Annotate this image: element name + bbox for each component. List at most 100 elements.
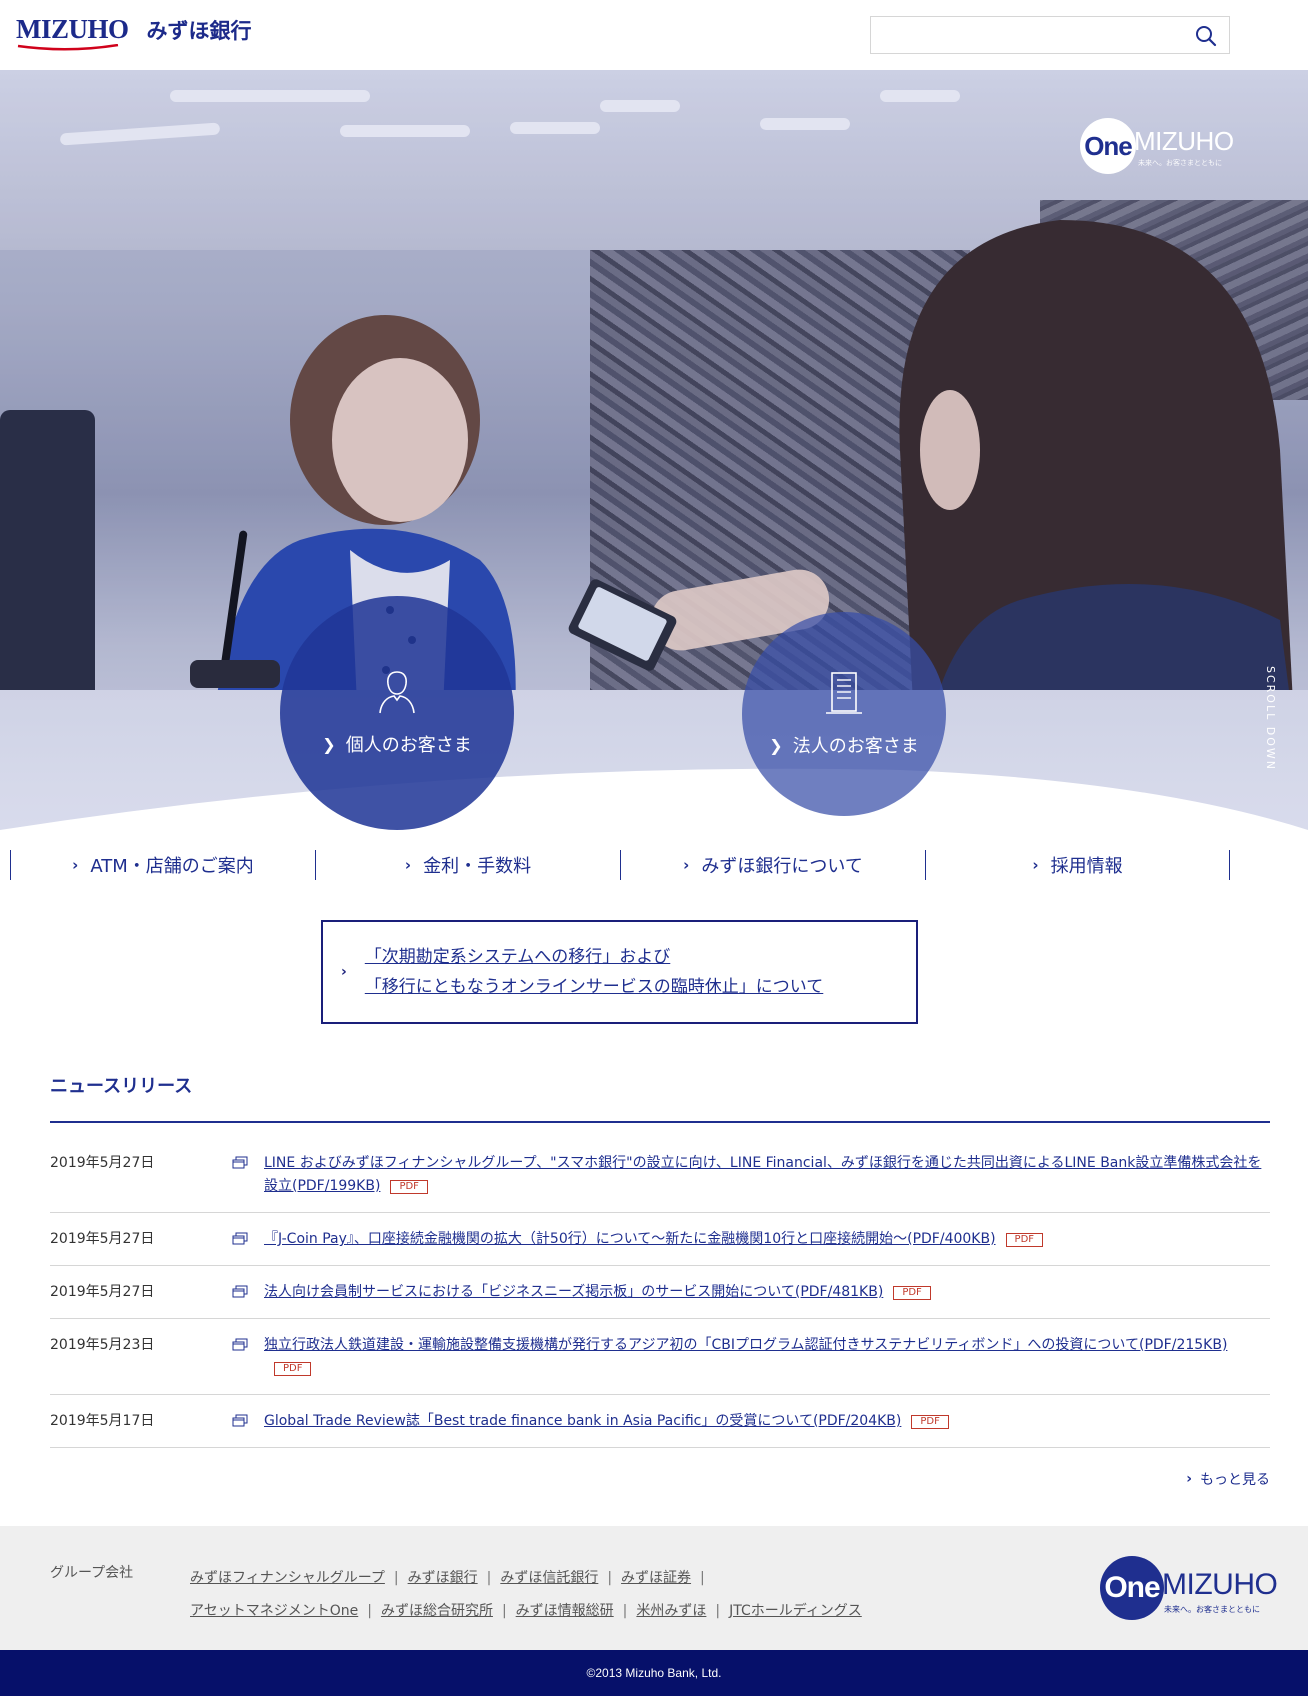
one-mizuho-logo: One MIZUHO 未来へ。お客さまとともに bbox=[1080, 118, 1234, 174]
news-item: 2019年5月23日 独立行政法人鉄道建設・運輸施設整備支援機構が発行するアジア… bbox=[50, 1319, 1270, 1395]
logo-wordmark: MIZUHO bbox=[16, 14, 129, 44]
more-news-link[interactable]: › もっと見る bbox=[1186, 1469, 1270, 1489]
link-mizuho-fg[interactable]: みずほフィナンシャルグループ bbox=[190, 1570, 385, 1586]
news-link[interactable]: 法人向け会員制サービスにおける「ビジネスニーズ掲示板」のサービス開始について(P… bbox=[264, 1281, 931, 1304]
link-mizuho-research[interactable]: みずほ総合研究所 bbox=[381, 1603, 493, 1619]
mizuho-logo[interactable]: MIZUHO みずほ銀行 bbox=[16, 14, 252, 51]
link-asset-management-one[interactable]: アセットマネジメントOne bbox=[190, 1603, 358, 1619]
news-date: 2019年5月17日 bbox=[50, 1413, 155, 1429]
chevron-right-icon: › bbox=[341, 964, 347, 980]
separator: | bbox=[393, 1570, 399, 1586]
one-logo-text: MIZUHO bbox=[1134, 126, 1234, 156]
group-links-row-2: アセットマネジメントOne | みずほ総合研究所 | みずほ情報総研 | 米州みずほ | JTC… bbox=[190, 1595, 910, 1628]
pdf-badge: PDF bbox=[893, 1286, 931, 1300]
nav-atm-branches[interactable]: › ATM・店舗のご案内 bbox=[10, 850, 315, 880]
pdf-badge: PDF bbox=[274, 1362, 312, 1376]
search-icon[interactable] bbox=[1195, 25, 1217, 47]
new-window-icon bbox=[232, 1414, 248, 1427]
link-mizuho-bank[interactable]: みずほ銀行 bbox=[408, 1570, 478, 1586]
separator: | bbox=[715, 1603, 721, 1619]
building-icon bbox=[826, 672, 862, 714]
personal-customers-label: ❯ 個人のお客さま bbox=[322, 731, 471, 757]
nav-recruit[interactable]: › 採用情報 bbox=[925, 850, 1230, 880]
news-link[interactable]: LINE およびみずほフィナンシャルグループ、"スマホ銀行"の設立に向け、LIN… bbox=[264, 1152, 1270, 1198]
search-box bbox=[870, 16, 1230, 54]
search-input[interactable] bbox=[871, 17, 1171, 53]
group-companies-label: グループ会社 bbox=[50, 1565, 134, 1581]
personal-customers-text: 個人のお客さま bbox=[345, 735, 472, 756]
site-footer: グループ会社 みずほフィナンシャルグループ | みずほ銀行 | みずほ信託銀行 | みずほ証… bbox=[0, 1526, 1308, 1650]
link-mizuho-americas[interactable]: 米州みずほ bbox=[636, 1603, 706, 1619]
hero-banner: One MIZUHO 未来へ。お客さまとともに SCROLL DOWN bbox=[0, 70, 1308, 840]
one-logo-circle: One bbox=[1080, 118, 1136, 174]
news-link-text: 独立行政法人鉄道建設・運輸施設整備支援機構が発行するアジア初の「CBIプログラム… bbox=[264, 1337, 1228, 1353]
news-section-title: ニュースリリース bbox=[50, 1076, 193, 1097]
new-window-icon bbox=[232, 1156, 248, 1169]
link-jtc-holdings[interactable]: JTCホールディングス bbox=[729, 1603, 862, 1619]
corporate-customers-label: ❯ 法人のお客さま bbox=[769, 732, 918, 758]
separator: | bbox=[501, 1603, 507, 1619]
news-link-text: Global Trade Review誌「Best trade finance … bbox=[264, 1413, 902, 1429]
news-link[interactable]: 独立行政法人鉄道建設・運輸施設整備支援機構が発行するアジア初の「CBIプログラム… bbox=[264, 1334, 1270, 1380]
group-links-row-1: みずほフィナンシャルグループ | みずほ銀行 | みずほ信託銀行 | みずほ証券 | bbox=[190, 1562, 910, 1595]
pdf-badge: PDF bbox=[1005, 1233, 1044, 1247]
scroll-down-indicator[interactable]: SCROLL DOWN bbox=[1264, 666, 1277, 771]
chevron-right-icon: ❯ bbox=[769, 735, 783, 755]
chevron-right-icon: › bbox=[404, 856, 412, 874]
pdf-badge: PDF bbox=[390, 1180, 428, 1194]
footer-one-circle: One bbox=[1100, 1556, 1164, 1620]
news-item: 2019年5月27日 LINE およびみずほフィナンシャルグループ、"スマホ銀行… bbox=[50, 1123, 1270, 1213]
news-item: 2019年5月27日 法人向け会員制サービスにおける「ビジネスニーズ掲示板」のサ… bbox=[50, 1266, 1270, 1319]
separator: | bbox=[622, 1603, 628, 1619]
chevron-right-icon: › bbox=[1186, 1471, 1192, 1487]
nav-rates-fees-label: 金利・手数料 bbox=[423, 856, 532, 877]
news-item: 2019年5月27日 『J-Coin Pay』、口座接続金融機関の拡大（計50行… bbox=[50, 1213, 1270, 1266]
nav-rates-fees[interactable]: › 金利・手数料 bbox=[315, 850, 620, 880]
footer-one-mizuho-logo[interactable]: One MIZUHO 未来へ。お客さまとともに bbox=[1100, 1556, 1278, 1620]
hero-curve bbox=[0, 768, 1308, 840]
nav-atm-branches-label: ATM・店舗のご案内 bbox=[90, 856, 254, 877]
new-window-icon bbox=[232, 1232, 248, 1245]
link-mizuho-trust[interactable]: みずほ信託銀行 bbox=[500, 1570, 598, 1586]
link-mizuho-information[interactable]: みずほ情報総研 bbox=[516, 1603, 614, 1619]
more-news-label: もっと見る bbox=[1200, 1472, 1270, 1488]
news-link[interactable]: Global Trade Review誌「Best trade finance … bbox=[264, 1410, 949, 1433]
system-migration-notice[interactable]: › 「次期勘定系システムへの移行」および 「移行にともなうオンラインサービスの臨… bbox=[321, 920, 918, 1024]
personal-customers-button[interactable]: ❯ 個人のお客さま bbox=[280, 596, 514, 830]
new-window-icon bbox=[232, 1285, 248, 1298]
chevron-right-icon: › bbox=[1032, 856, 1039, 874]
news-item: 2019年5月17日 Global Trade Review誌「Best tra… bbox=[50, 1395, 1270, 1448]
footer-one-tagline: 未来へ。お客さまとともに bbox=[1164, 1605, 1260, 1614]
corporate-customers-button[interactable]: ❯ 法人のお客さま bbox=[742, 612, 946, 816]
site-header: MIZUHO みずほ銀行 bbox=[0, 0, 1308, 70]
logo-swoosh-icon bbox=[17, 44, 119, 51]
corporate-customers-text: 法人のお客さま bbox=[792, 736, 919, 757]
nav-about-bank[interactable]: › みずほ銀行について bbox=[620, 850, 925, 880]
separator: | bbox=[367, 1603, 372, 1619]
one-logo-tagline: 未来へ。お客さまとともに bbox=[1138, 159, 1222, 167]
notice-link[interactable]: 「次期勘定系システムへの移行」および 「移行にともなうオンラインサービスの臨時休… bbox=[365, 942, 824, 1002]
nav-recruit-label: 採用情報 bbox=[1050, 856, 1123, 877]
news-link[interactable]: 『J-Coin Pay』、口座接続金融機関の拡大（計50行）について～新たに金融… bbox=[264, 1228, 1044, 1251]
news-date: 2019年5月23日 bbox=[50, 1337, 155, 1353]
nav-about-bank-label: みずほ銀行について bbox=[701, 856, 863, 877]
news-link-text: 『J-Coin Pay』、口座接続金融機関の拡大（計50行）について～新たに金融… bbox=[264, 1231, 996, 1247]
separator: | bbox=[486, 1570, 492, 1586]
notice-line-1: 「次期勘定系システムへの移行」および bbox=[364, 947, 671, 967]
pdf-badge: PDF bbox=[911, 1415, 949, 1429]
footer-one-text: MIZUHO bbox=[1162, 1568, 1278, 1601]
news-date: 2019年5月27日 bbox=[50, 1231, 155, 1247]
separator: | bbox=[607, 1570, 613, 1586]
group-companies-links: みずほフィナンシャルグループ | みずほ銀行 | みずほ信託銀行 | みずほ証券 | アセット… bbox=[190, 1562, 910, 1628]
logo-japanese: みずほ銀行 bbox=[146, 18, 252, 43]
link-mizuho-securities[interactable]: みずほ証券 bbox=[621, 1570, 691, 1586]
chevron-right-icon: › bbox=[683, 856, 690, 874]
news-date: 2019年5月27日 bbox=[50, 1284, 155, 1300]
notice-line-2: 「移行にともなうオンラインサービスの臨時休止」について bbox=[364, 977, 824, 997]
chevron-right-icon: › bbox=[72, 856, 79, 874]
separator: | bbox=[700, 1570, 705, 1586]
news-list: 2019年5月27日 LINE およびみずほフィナンシャルグループ、"スマホ銀行… bbox=[50, 1123, 1270, 1448]
person-icon bbox=[379, 671, 415, 714]
sub-navigation: › ATM・店舗のご案内 › 金利・手数料 › みずほ銀行について › 採用情報 bbox=[10, 850, 1230, 880]
news-link-text: 法人向け会員制サービスにおける「ビジネスニーズ掲示板」のサービス開始について(P… bbox=[264, 1284, 884, 1300]
